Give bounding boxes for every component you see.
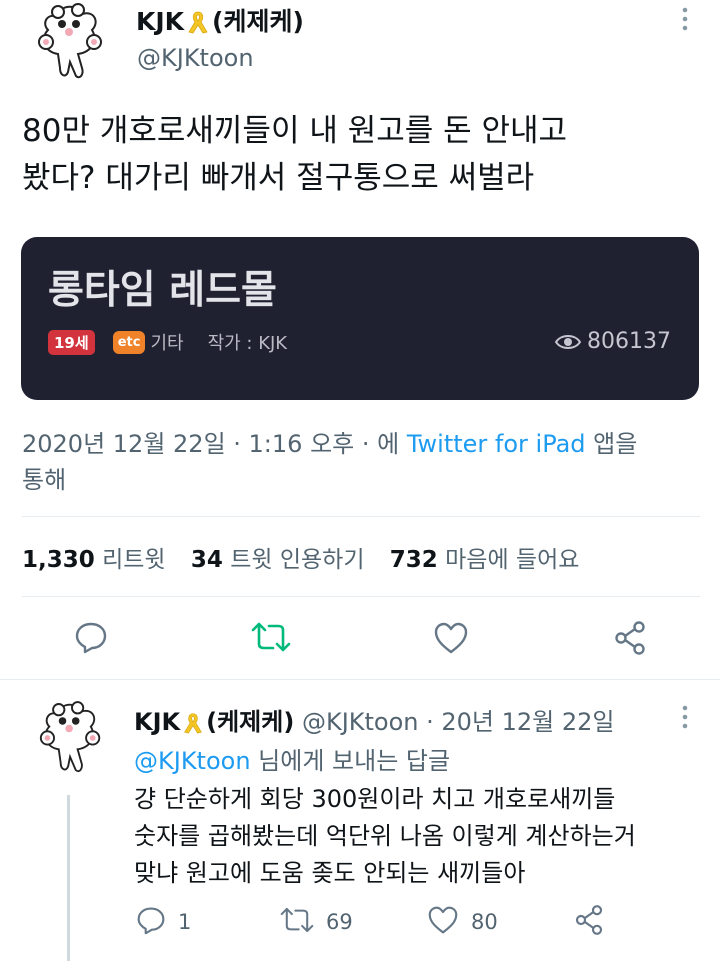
yellow-ribbon-icon <box>185 8 211 34</box>
link-card[interactable]: 롱타임 레드몰 19세 etc 기타 작가 : KJK 806137 <box>21 237 699 400</box>
reply-count: 1 <box>178 910 192 934</box>
reply-action-reply[interactable]: 1 <box>136 905 191 939</box>
retweet-icon[interactable] <box>251 620 291 654</box>
retweets-stat[interactable]: 1,330 리트윗 <box>22 547 166 573</box>
reply-header: KJK (케제케) @KJKtoon · 20년 12월 22일 <box>134 702 615 737</box>
reply-display-name[interactable]: KJK (케제케) <box>134 708 294 736</box>
retweet-count: 69 <box>326 910 353 934</box>
reply-icon <box>136 905 166 939</box>
more-vertical-icon[interactable] <box>680 6 690 37</box>
heart-icon <box>427 905 459 939</box>
card-title: 롱타임 레드몰 <box>48 268 277 313</box>
more-vertical-icon[interactable] <box>680 704 690 735</box>
divider <box>22 516 700 517</box>
reply-text-line: 맞냐 원고에 도움 좆도 안되는 새끼들아 <box>134 859 526 887</box>
tweet-text-line: 80만 개호로새끼들이 내 원고를 돈 안내고 <box>22 113 568 149</box>
replying-to-handle[interactable]: @KJKtoon <box>134 747 251 775</box>
eye-icon <box>554 333 582 351</box>
share-icon[interactable] <box>612 620 648 656</box>
share-icon <box>573 905 605 940</box>
like-count: 80 <box>471 910 498 934</box>
avatar[interactable] <box>36 2 106 80</box>
genre-badge: etc <box>112 330 146 354</box>
replying-to: @KJKtoon 님에게 보내는 답글 <box>134 747 451 775</box>
tweet-text: 80만 개호로새끼들이 내 원고를 돈 안내고 봤다? 대가리 빠개서 절구통으… <box>22 108 712 202</box>
yellow-ribbon-icon <box>181 710 205 734</box>
divider <box>0 679 720 680</box>
reply-action-share[interactable] <box>573 904 605 940</box>
likes-stat[interactable]: 732 마음에 들어요 <box>390 547 580 573</box>
quotes-stat[interactable]: 34 트윗 인용하기 <box>191 547 365 573</box>
thread-line <box>67 795 70 961</box>
handle[interactable]: @KJKtoon <box>137 44 254 72</box>
view-count: 806137 <box>587 329 671 354</box>
display-name[interactable]: KJK (케제케) <box>136 2 304 38</box>
divider <box>22 596 700 597</box>
reply-text: 걍 단순하게 회당 300원이라 치고 개호로새끼들 숫자를 곱해봤는데 억단위… <box>134 781 636 892</box>
age-badge: 19세 <box>48 329 95 355</box>
retweet-icon <box>280 905 314 939</box>
reply-text-line: 걍 단순하게 회당 300원이라 치고 개호로새끼들 <box>134 785 616 813</box>
source-app-link[interactable]: Twitter for iPad <box>407 430 586 458</box>
reply-text-line: 숫자를 곱해봤는데 억단위 나옴 이렇게 계산하는거 <box>134 822 636 850</box>
reply-icon[interactable] <box>74 620 108 654</box>
tweet-text-line: 봤다? 대가리 빠개서 절구통으로 써벌라 <box>22 160 535 196</box>
heart-icon[interactable] <box>433 621 469 655</box>
author-label: 작가 : KJK <box>207 333 288 354</box>
timestamp[interactable]: 2020년 12월 22일 · 1:16 오후 · 에 <box>22 430 407 458</box>
genre-label: 기타 <box>150 333 184 354</box>
tweet-meta: 2020년 12월 22일 · 1:16 오후 · 에 Twitter for … <box>22 430 638 494</box>
tweet-stats: 1,330 리트윗 34 트윗 인용하기 732 마음에 들어요 <box>22 540 579 574</box>
reply-action-retweet[interactable]: 69 <box>280 905 353 939</box>
reply-handle-date[interactable]: @KJKtoon · 20년 12월 22일 <box>302 708 615 736</box>
reply-action-like[interactable]: 80 <box>427 905 498 939</box>
reply-avatar[interactable] <box>38 700 104 774</box>
